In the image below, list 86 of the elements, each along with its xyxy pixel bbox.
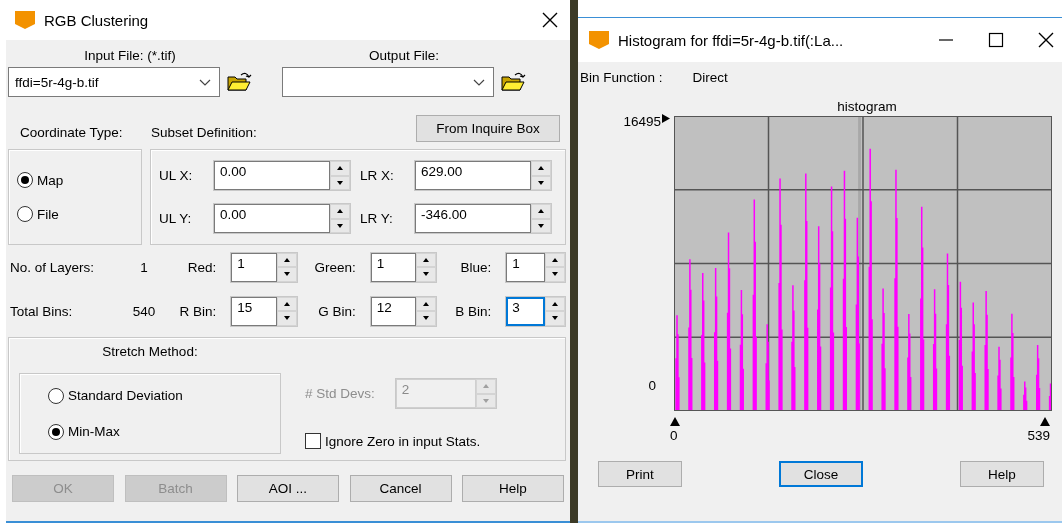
field-label: Total Bins: — [9, 303, 74, 319]
spin-up-button[interactable] — [276, 296, 297, 311]
marker-icon[interactable] — [670, 417, 680, 426]
field-label: Green: — [313, 259, 357, 275]
marker-icon[interactable] — [1040, 417, 1050, 426]
radio-label[interactable]: Map — [37, 172, 64, 188]
value-text: Direct — [692, 70, 728, 85]
value-text: 1 — [139, 259, 149, 275]
field-label: Red: — [186, 259, 218, 275]
section-label: Coordinate Type: — [19, 124, 124, 140]
field-label: LR X: — [359, 168, 395, 183]
spin-up-button[interactable] — [545, 296, 565, 311]
axis-label: 16495 — [623, 114, 661, 129]
axis-label: 539 — [1027, 428, 1050, 443]
spin-down-button[interactable] — [416, 311, 437, 326]
number-field[interactable]: 629.00 — [415, 161, 531, 190]
number-field[interactable]: 1 — [231, 252, 277, 282]
field-label: Bin Function : — [580, 70, 663, 85]
radio-button[interactable] — [17, 172, 33, 188]
chart-title: histogram — [836, 99, 898, 114]
spin-down-button[interactable] — [416, 267, 437, 282]
close-icon[interactable] — [542, 12, 558, 28]
field-label: No. of Layers: — [9, 259, 96, 275]
chevron-down-icon — [199, 78, 211, 86]
spin-up-button[interactable] — [416, 252, 437, 267]
file-dropdown[interactable] — [282, 67, 494, 97]
number-field[interactable]: 12 — [370, 296, 417, 326]
spin-down-button[interactable] — [545, 267, 565, 282]
number-field[interactable]: 1 — [370, 252, 417, 282]
checkbox[interactable] — [305, 433, 321, 449]
spin-up-button[interactable] — [531, 161, 551, 176]
field-label: UL X: — [158, 168, 194, 183]
chevron-down-icon — [473, 78, 485, 86]
section-label: Stretch Method: — [102, 344, 198, 359]
dialog-button[interactable]: Print — [598, 461, 682, 487]
axis-label: 0 — [670, 428, 678, 443]
number-field[interactable]: 0.00 — [214, 161, 330, 190]
file-dropdown[interactable]: ffdi=5r-4g-b.tif — [8, 67, 220, 97]
spin-down-button[interactable] — [276, 311, 297, 326]
dialog-button[interactable]: AOI ... — [237, 475, 339, 502]
window-title: RGB Clustering — [44, 11, 150, 29]
field-label: # Std Devs: — [305, 386, 375, 401]
radio-label[interactable]: Min-Max — [68, 424, 120, 439]
section-label: Subset Definition: — [151, 124, 258, 140]
field-label: UL Y: — [158, 211, 193, 226]
open-folder-icon[interactable] — [500, 71, 526, 93]
spin-up-button[interactable] — [330, 161, 350, 176]
radio-button[interactable] — [48, 423, 64, 440]
spin-up-button[interactable] — [330, 204, 350, 219]
radio-button[interactable] — [17, 206, 33, 222]
maximize-icon[interactable] — [988, 32, 1004, 48]
radio-label[interactable]: File — [37, 206, 59, 222]
spin-up-button[interactable] — [276, 252, 297, 267]
app-logo-icon — [14, 10, 36, 30]
field-label: G Bin: — [317, 303, 357, 319]
spin-up-button[interactable] — [545, 252, 565, 267]
open-folder-icon[interactable] — [226, 71, 252, 93]
field-label: B Bin: — [454, 303, 493, 319]
from-inquire-box-button[interactable]: From Inquire Box — [416, 114, 560, 142]
number-field[interactable]: 1 — [506, 252, 545, 282]
dialog-button[interactable]: Help — [462, 475, 564, 502]
field-label: LR Y: — [359, 211, 394, 226]
number-field[interactable]: -346.00 — [415, 204, 531, 233]
number-field[interactable]: 0.00 — [214, 204, 330, 233]
spin-up-button[interactable] — [416, 296, 437, 311]
number-field[interactable]: 15 — [231, 296, 277, 326]
field-label: R Bin: — [178, 303, 218, 319]
spin-down-button[interactable] — [276, 267, 297, 282]
number-field[interactable]: 3 — [506, 296, 545, 326]
field-label: Blue: — [459, 259, 493, 275]
app-logo-icon — [588, 30, 610, 50]
window-title: Histogram for ffdi=5r-4g-b.tif(:La... — [618, 31, 845, 49]
value-text: 540 — [131, 303, 157, 319]
dialog-button[interactable]: Cancel — [349, 475, 452, 502]
spin-up-button[interactable] — [531, 204, 551, 219]
marker-icon[interactable] — [662, 114, 670, 123]
radio-label[interactable]: Standard Deviation — [68, 388, 183, 403]
dialog-button[interactable]: Help — [960, 461, 1044, 487]
radio-button[interactable] — [48, 387, 64, 404]
close-icon[interactable] — [1038, 32, 1054, 48]
spin-down-button[interactable] — [545, 311, 565, 326]
field-label: Input File: (*.tif) — [84, 48, 176, 63]
checkbox-label[interactable]: Ignore Zero in input Stats. — [325, 433, 481, 449]
dialog-button[interactable]: Close — [779, 461, 863, 487]
axis-label: 0 — [648, 378, 657, 393]
field-label: Output File: — [369, 48, 439, 63]
